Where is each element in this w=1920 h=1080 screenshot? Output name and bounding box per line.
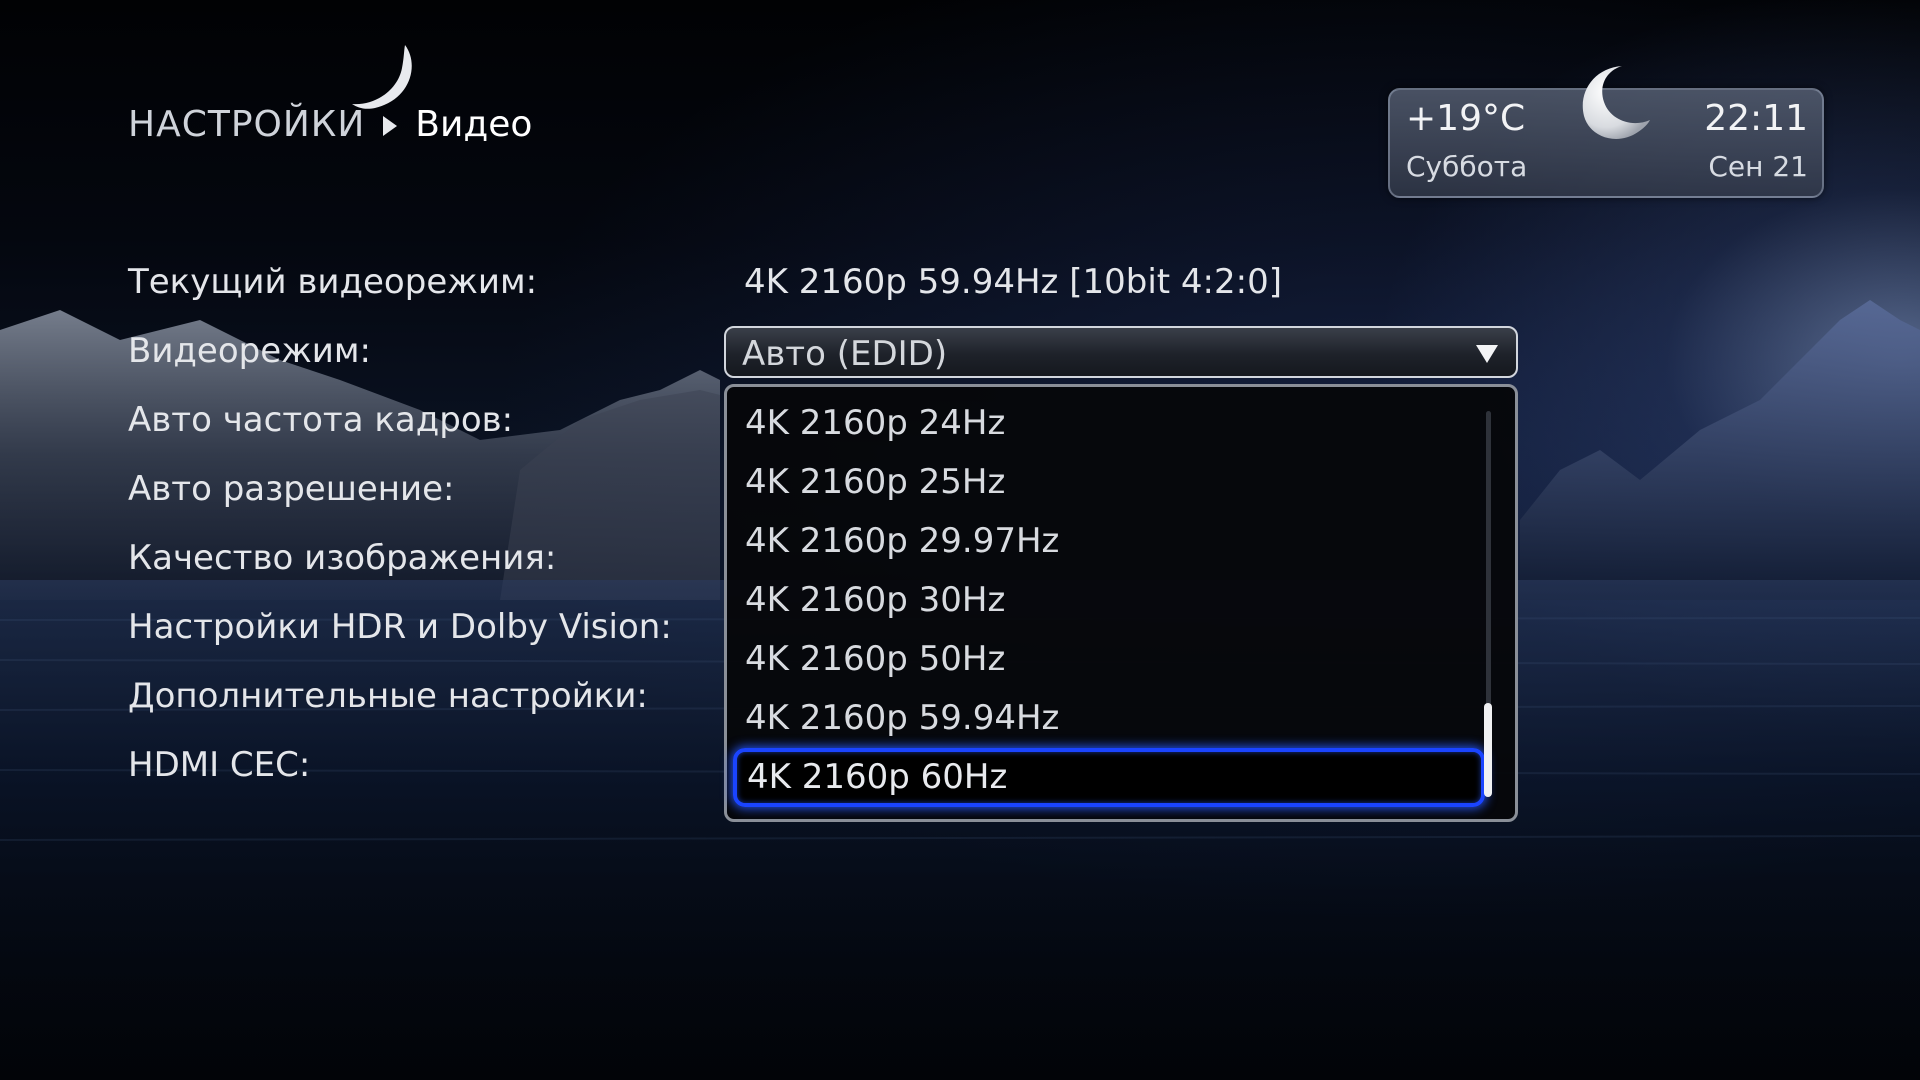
- option-4k-24hz[interactable]: 4K 2160p 24Hz: [727, 394, 1487, 453]
- auto-resolution-label[interactable]: Авто разрешение:: [128, 469, 454, 509]
- option-4k-25hz[interactable]: 4K 2160p 25Hz: [727, 453, 1487, 512]
- video-mode-label[interactable]: Видеорежим:: [128, 331, 371, 371]
- weather-temperature: +19°C: [1406, 98, 1526, 139]
- crescent-moon-icon: [1582, 66, 1650, 139]
- video-mode-options-list[interactable]: 4K 2160p 24Hz 4K 2160p 25Hz 4K 2160p 29.…: [724, 384, 1518, 822]
- video-mode-dropdown[interactable]: Авто (EDID): [724, 326, 1518, 378]
- clock-time: 22:11: [1704, 98, 1808, 139]
- breadcrumb-root[interactable]: НАСТРОЙКИ: [128, 104, 365, 145]
- option-4k-50hz[interactable]: 4K 2160p 50Hz: [727, 630, 1487, 689]
- video-mode-selected-value: Авто (EDID): [742, 334, 948, 374]
- hdr-dolby-vision-label[interactable]: Настройки HDR и Dolby Vision:: [128, 607, 672, 647]
- option-4k-30hz[interactable]: 4K 2160p 30Hz: [727, 571, 1487, 630]
- option-4k-60hz-highlighted[interactable]: 4K 2160p 60Hz: [733, 748, 1485, 807]
- option-4k-29-97hz[interactable]: 4K 2160p 29.97Hz: [727, 512, 1487, 571]
- picture-quality-label[interactable]: Качество изображения:: [128, 538, 556, 578]
- option-4k-59-94hz[interactable]: 4K 2160p 59.94Hz: [727, 689, 1487, 748]
- chevron-right-icon: [383, 115, 398, 136]
- scrollbar-thumb[interactable]: [1484, 703, 1492, 797]
- breadcrumb-current: Видео: [415, 104, 533, 145]
- current-video-mode-value: 4K 2160p 59.94Hz [10bit 4:2:0]: [744, 262, 1282, 302]
- auto-frame-rate-label[interactable]: Авто частота кадров:: [128, 400, 513, 440]
- dropdown-arrow-icon[interactable]: [1476, 345, 1498, 363]
- advanced-settings-label[interactable]: Дополнительные настройки:: [128, 676, 648, 716]
- current-video-mode-label: Текущий видеорежим:: [128, 262, 538, 302]
- breadcrumb: НАСТРОЙКИ Видео: [128, 104, 532, 145]
- weekday: Суббота: [1406, 150, 1528, 183]
- date: Сен 21: [1708, 150, 1808, 183]
- hdmi-cec-label[interactable]: HDMI CEC:: [128, 745, 310, 785]
